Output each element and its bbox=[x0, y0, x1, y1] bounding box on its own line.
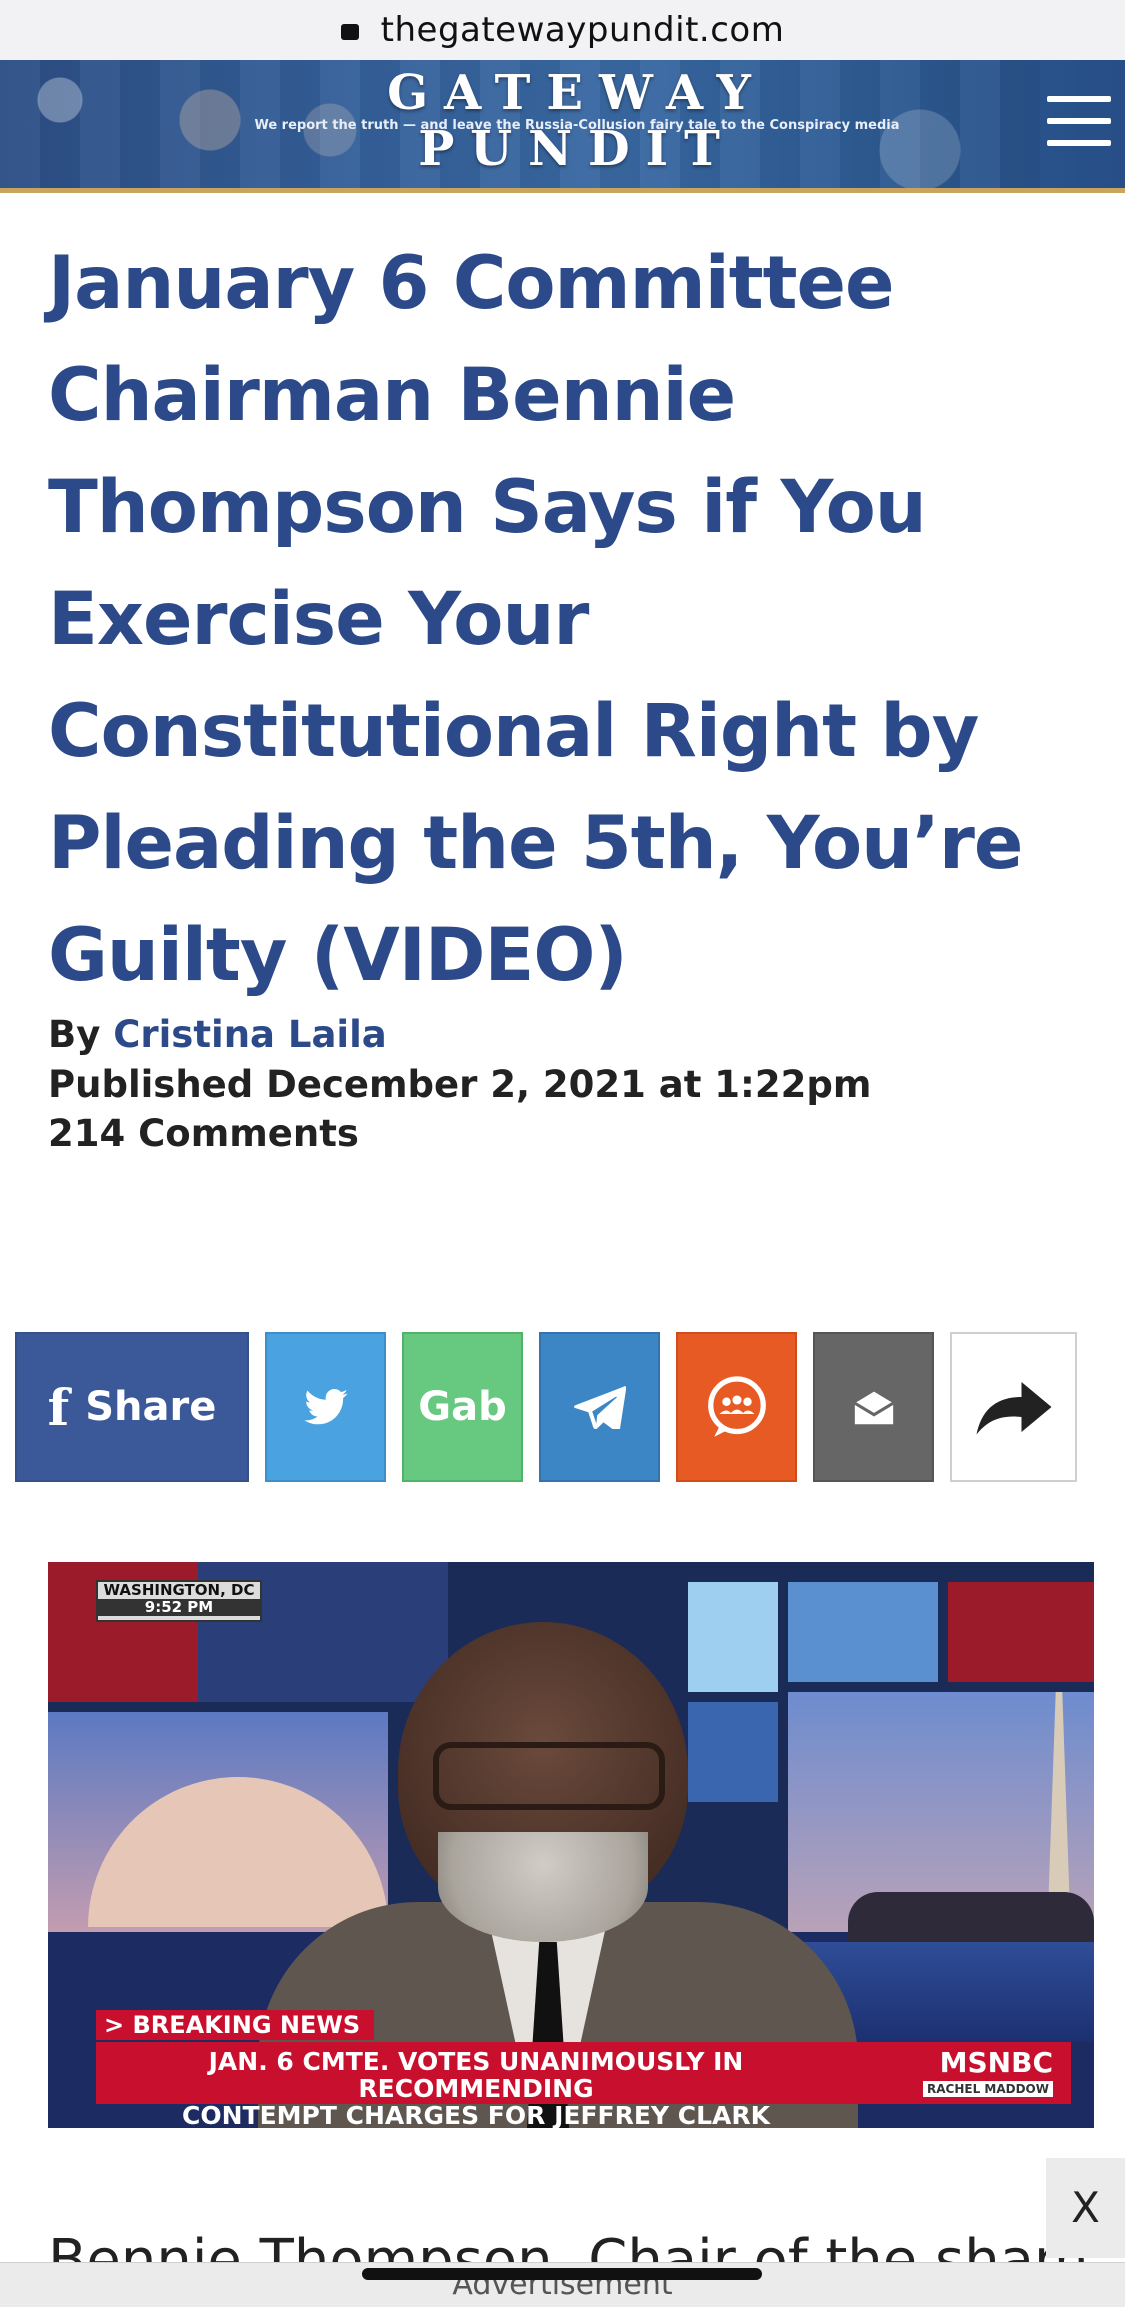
article-video-thumbnail[interactable]: WASHINGTON, DC 9:52 PM > BREAKING NEWS J… bbox=[48, 1562, 1094, 2128]
show-name: RACHEL MADDOW bbox=[923, 2081, 1053, 2097]
site-tagline: We report the truth — and leave the Russ… bbox=[254, 118, 900, 133]
time-label: 9:52 PM bbox=[98, 1599, 260, 1616]
facebook-icon: f bbox=[47, 1377, 70, 1437]
published-date: Published December 2, 2021 at 1:22pm bbox=[48, 1063, 872, 1106]
location-time-bug: WASHINGTON, DC 9:52 PM bbox=[96, 1580, 262, 1622]
hamburger-menu-icon[interactable] bbox=[1047, 96, 1111, 152]
facebook-share-button[interactable]: f Share bbox=[15, 1332, 249, 1482]
article-byline: By Cristina Laila bbox=[48, 1013, 387, 1056]
url-text[interactable]: thegatewaypundit.com bbox=[381, 10, 785, 50]
comments-count-link[interactable]: 214 Comments bbox=[48, 1112, 359, 1155]
speaker-glasses bbox=[433, 1742, 665, 1810]
site-header: GATEWAY PUNDIT We report the truth — and… bbox=[0, 60, 1125, 193]
news-chyron: JAN. 6 CMTE. VOTES UNANIMOUSLY IN RECOMM… bbox=[96, 2042, 1071, 2128]
network-logo: MSNBC RACHEL MADDOW bbox=[873, 2046, 1053, 2097]
chyron-line-2: CONTEMPT CHARGES FOR JEFFREY CLARK bbox=[182, 2101, 770, 2128]
speaker-beard bbox=[438, 1832, 648, 1942]
share-arrow-icon bbox=[976, 1382, 1051, 1435]
by-label: By bbox=[48, 1013, 101, 1056]
ad-close-button[interactable]: X bbox=[1046, 2158, 1125, 2258]
telegram-icon bbox=[573, 1386, 626, 1429]
email-share-button[interactable] bbox=[813, 1332, 934, 1482]
network-name: MSNBC bbox=[939, 2046, 1053, 2079]
article-title: January 6 Committee Chairman Bennie Thom… bbox=[48, 241, 1023, 998]
browser-url-bar[interactable]: thegatewaypundit.com bbox=[0, 0, 1125, 61]
chat-bubble-icon bbox=[707, 1376, 766, 1437]
chyron-text: JAN. 6 CMTE. VOTES UNANIMOUSLY IN RECOMM… bbox=[96, 2048, 856, 2128]
facebook-share-label: Share bbox=[85, 1384, 217, 1430]
gab-share-button[interactable]: Gab bbox=[402, 1332, 523, 1482]
gab-label: Gab bbox=[418, 1384, 507, 1430]
telegram-share-button[interactable] bbox=[539, 1332, 660, 1482]
share-bar: f Share Gab bbox=[0, 1332, 1125, 1486]
chyron-line-1: JAN. 6 CMTE. VOTES UNANIMOUSLY IN RECOMM… bbox=[208, 2047, 744, 2103]
lock-icon bbox=[340, 24, 359, 40]
author-link[interactable]: Cristina Laila bbox=[113, 1013, 387, 1056]
breaking-news-label: > BREAKING NEWS bbox=[96, 2010, 374, 2040]
envelope-icon bbox=[853, 1391, 894, 1425]
twitter-icon bbox=[303, 1389, 348, 1425]
twitter-share-button[interactable] bbox=[265, 1332, 386, 1482]
more-share-button[interactable] bbox=[950, 1332, 1077, 1482]
home-indicator[interactable] bbox=[362, 2268, 762, 2280]
chat-share-button[interactable] bbox=[676, 1332, 797, 1482]
location-label: WASHINGTON, DC bbox=[103, 1581, 255, 1599]
